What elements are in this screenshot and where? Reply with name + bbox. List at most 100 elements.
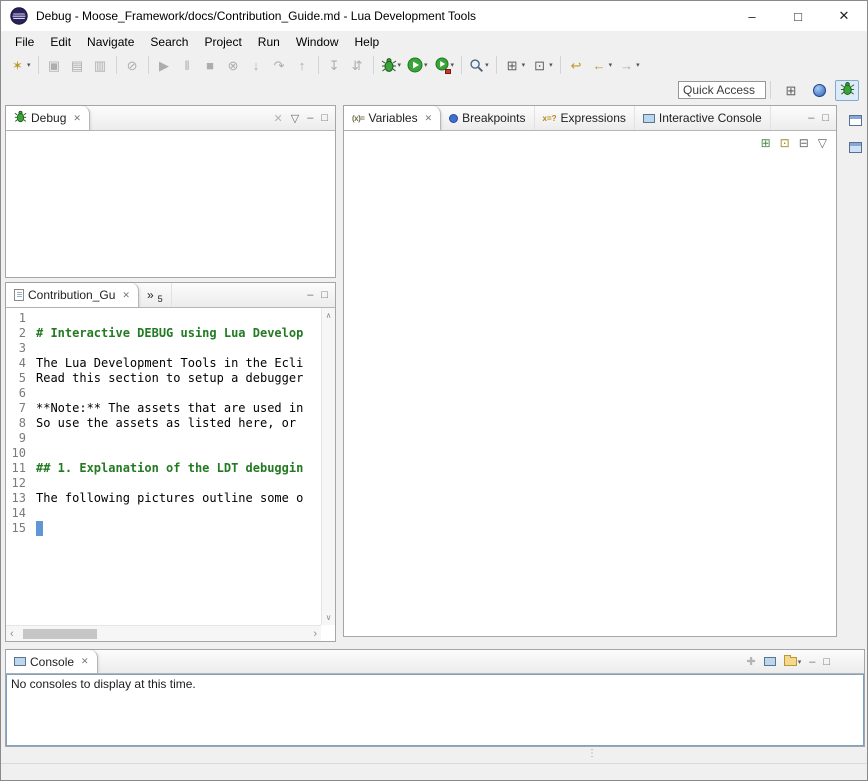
show-type-names-icon[interactable]: ⊞ <box>761 136 771 150</box>
code-line[interactable]: 8 So use the assets as listed here, or <box>6 416 321 431</box>
menu-file[interactable]: File <box>7 33 42 51</box>
vertical-scrollbar[interactable]: ∧ ∨ <box>321 308 335 625</box>
tab-expressions[interactable]: x=? Expressions <box>535 106 635 130</box>
restore-minimized-view-button[interactable] <box>846 111 864 129</box>
minimize-view-icon[interactable]: – <box>808 112 814 124</box>
drop-to-frame-button[interactable]: ↧ <box>324 54 345 76</box>
maximize-view-icon[interactable]: □ <box>321 112 328 124</box>
code-line[interactable]: 9 <box>6 431 321 446</box>
open-type-button[interactable]: ⊡ ▾ <box>529 54 555 76</box>
code-line[interactable]: 15 <box>6 521 321 536</box>
open-perspective-button[interactable]: ⊞ <box>779 80 803 101</box>
back-button[interactable]: ← ▾ <box>589 54 615 76</box>
last-edit-location-button[interactable]: ↩ <box>566 54 587 76</box>
save-all-button[interactable]: ▤ <box>67 54 88 76</box>
forward-button[interactable]: → ▾ <box>616 54 642 76</box>
menu-help[interactable]: Help <box>347 33 388 51</box>
code-line[interactable]: 14 <box>6 506 321 521</box>
menu-project[interactable]: Project <box>196 33 249 51</box>
tab-interactive-console[interactable]: Interactive Console <box>635 106 771 130</box>
view-menu-icon[interactable]: ▽ <box>818 136 827 150</box>
display-selected-console-icon[interactable] <box>764 657 776 666</box>
scroll-up-icon[interactable]: ∧ <box>326 311 332 320</box>
save-button[interactable]: ▣ <box>44 54 65 76</box>
open-console-button[interactable]: ▾ <box>784 657 802 666</box>
horizontal-sash[interactable] <box>5 278 336 282</box>
search-button[interactable]: ▾ <box>467 54 491 76</box>
remove-all-terminated-icon[interactable]: ✕ <box>274 112 283 125</box>
horizontal-scrollbar[interactable]: ‹ › <box>6 625 321 641</box>
code-line[interactable]: 4 The Lua Development Tools in the Ecli <box>6 356 321 371</box>
scrollbar-thumb[interactable] <box>23 629 97 639</box>
editor-tab-overflow[interactable]: » 5 <box>139 283 172 307</box>
terminate-button[interactable]: ■ <box>200 54 221 76</box>
tab-debug[interactable]: Debug ✕ <box>6 106 90 130</box>
debug-perspective-button[interactable] <box>835 80 859 101</box>
minimize-view-icon[interactable]: – <box>307 112 313 124</box>
code-line[interactable]: 10 <box>6 446 321 461</box>
print-button[interactable]: ▥ <box>90 54 111 76</box>
menu-navigate[interactable]: Navigate <box>79 33 142 51</box>
step-return-button[interactable]: ↑ <box>292 54 313 76</box>
line-number: 11 <box>6 461 36 476</box>
editor-text-area[interactable]: 1 2 # Interactive DEBUG using Lua Develo… <box>6 308 321 625</box>
lua-perspective-button[interactable] <box>807 80 831 101</box>
close-tab-icon[interactable]: ✕ <box>425 113 433 124</box>
maximize-window-button[interactable]: □ <box>775 1 821 31</box>
maximize-view-icon[interactable]: □ <box>823 656 830 668</box>
show-logical-structures-icon[interactable]: ⊡ <box>780 136 790 150</box>
new-wizard-button[interactable]: ✶ ▾ <box>7 54 33 76</box>
scroll-right-icon[interactable]: › <box>313 628 317 640</box>
bottom-sash[interactable]: ⋮ <box>1 747 867 763</box>
debug-button[interactable]: ▾ <box>379 54 404 76</box>
menu-search[interactable]: Search <box>142 33 196 51</box>
tab-console[interactable]: Console ✕ <box>6 650 98 673</box>
skip-breakpoints-icon: ⊘ <box>124 57 141 74</box>
suspend-button[interactable]: ‖ <box>177 54 198 76</box>
maximize-view-icon[interactable]: □ <box>321 289 328 301</box>
menu-window[interactable]: Window <box>288 33 347 51</box>
code-line[interactable]: 6 <box>6 386 321 401</box>
skip-all-breakpoints-button[interactable]: ⊘ <box>122 54 143 76</box>
collapse-all-icon[interactable]: ⊟ <box>799 136 809 150</box>
close-tab-icon[interactable]: ✕ <box>122 290 130 301</box>
quick-access-input[interactable]: Quick Access <box>678 81 766 99</box>
scroll-down-icon[interactable]: ∨ <box>326 613 332 622</box>
step-into-button[interactable]: ↓ <box>246 54 267 76</box>
code-line[interactable]: 12 <box>6 476 321 491</box>
step-over-button[interactable]: ↷ <box>269 54 290 76</box>
minimize-view-icon[interactable]: – <box>307 289 313 301</box>
minimized-view-button[interactable] <box>846 138 864 156</box>
code-line[interactable]: 7 **Note:** The assets that are used in <box>6 401 321 416</box>
code-line[interactable]: 1 <box>6 311 321 326</box>
code-line[interactable]: 3 <box>6 341 321 356</box>
close-tab-icon[interactable]: ✕ <box>73 113 81 124</box>
disconnect-button[interactable]: ⊗ <box>223 54 244 76</box>
close-tab-icon[interactable]: ✕ <box>81 656 89 667</box>
code-line[interactable]: 5 Read this section to setup a debugger <box>6 371 321 386</box>
open-resource-button[interactable]: ⊞ ▾ <box>502 54 528 76</box>
code-line[interactable]: 13 The following pictures outline some o <box>6 491 321 506</box>
maximize-view-icon[interactable]: □ <box>822 112 829 124</box>
toolbar-separator <box>560 56 561 74</box>
tab-contribution-guide[interactable]: Contribution_Gu ✕ <box>6 283 139 307</box>
menu-edit[interactable]: Edit <box>42 33 79 51</box>
pin-console-icon[interactable]: ✚ <box>746 655 755 668</box>
tab-breakpoints[interactable]: Breakpoints <box>441 106 534 130</box>
run-button[interactable]: ▾ <box>405 54 430 76</box>
right-view-header: (x)= Variables ✕ Breakpoints x=? Express… <box>344 106 836 131</box>
scroll-left-icon[interactable]: ‹ <box>10 628 14 640</box>
main-toolbar: ✶ ▾ ▣ ▤ ▥ ⊘ ▶ ‖ ■ ⊗ ↓ ↷ ↑ ↧ <box>1 52 867 78</box>
minimize-view-icon[interactable]: – <box>809 656 815 668</box>
resume-button[interactable]: ▶ <box>154 54 175 76</box>
external-tools-button[interactable]: ▾ <box>432 54 457 76</box>
code-line[interactable]: 2 # Interactive DEBUG using Lua Develop <box>6 326 321 341</box>
code-line[interactable]: 11 ## 1. Explanation of the LDT debuggin <box>6 461 321 476</box>
vertical-sash[interactable] <box>337 105 343 637</box>
minimize-window-button[interactable]: – <box>729 1 775 31</box>
menu-run[interactable]: Run <box>250 33 288 51</box>
use-step-filters-button[interactable]: ⇵ <box>347 54 368 76</box>
close-window-button[interactable]: ✕ <box>821 1 867 31</box>
view-menu-icon[interactable]: ▽ <box>291 112 299 125</box>
tab-variables[interactable]: (x)= Variables ✕ <box>344 106 441 130</box>
